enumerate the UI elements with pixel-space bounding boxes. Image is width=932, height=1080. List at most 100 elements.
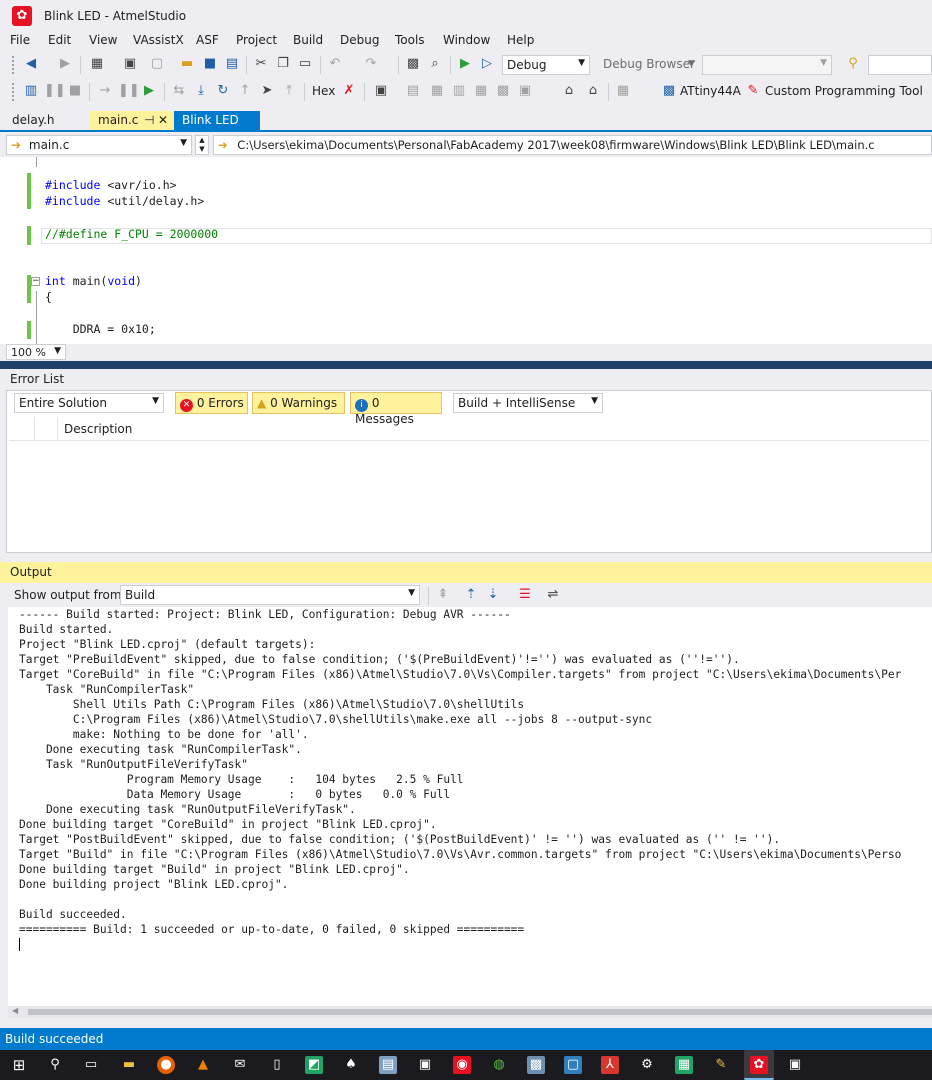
cut-icon[interactable]: ✂ bbox=[252, 55, 270, 73]
windows-icon[interactable]: ▣ bbox=[372, 82, 390, 100]
cursor-icon[interactable]: ➤ bbox=[258, 82, 276, 100]
task-view-icon[interactable]: ▭ bbox=[82, 1056, 100, 1074]
step-out-icon[interactable]: ↑ bbox=[236, 82, 254, 100]
warnings-filter-toggle[interactable]: ▲ 0 Warnings bbox=[252, 392, 345, 414]
solution-configuration-select[interactable]: Debug ▼ bbox=[502, 55, 590, 75]
previous-message-icon[interactable]: ⇡ bbox=[462, 586, 480, 604]
memory-icon[interactable]: ▤ bbox=[404, 82, 422, 100]
continue-icon[interactable]: ▶ bbox=[140, 82, 158, 100]
programming-tool-icon[interactable]: ⌂ bbox=[584, 82, 602, 100]
file-explorer-icon[interactable]: ▬ bbox=[120, 1056, 138, 1074]
step-into-icon[interactable]: ⤓ bbox=[192, 82, 210, 100]
menu-view[interactable]: View bbox=[89, 33, 117, 47]
acrobat-icon[interactable]: ⅄ bbox=[601, 1056, 619, 1074]
start-debugging-icon[interactable]: ▶ bbox=[456, 55, 474, 73]
cards-icon[interactable]: ♠ bbox=[342, 1056, 360, 1074]
attach-icon[interactable]: ▥ bbox=[22, 82, 40, 100]
processor-icon[interactable]: ▦ bbox=[472, 82, 490, 100]
document-icon[interactable]: ▯ bbox=[268, 1056, 286, 1074]
open-folder-icon[interactable]: ▬ bbox=[178, 55, 196, 73]
menu-tools[interactable]: Tools bbox=[395, 33, 425, 47]
atmel-studio-task-icon[interactable]: ✿ bbox=[744, 1050, 774, 1080]
run-to-cursor-icon[interactable]: ⤒ bbox=[280, 82, 298, 100]
menu-project[interactable]: Project bbox=[236, 33, 277, 47]
back-icon[interactable]: ◀ bbox=[22, 55, 40, 73]
error-scope-select[interactable]: Entire Solution ▼ bbox=[14, 393, 164, 413]
pin-icon[interactable]: ⊣ bbox=[144, 113, 154, 127]
code-editor[interactable]: #include <avr/io.h> #include <util/delay… bbox=[0, 157, 932, 344]
output-text-area[interactable]: ------ Build started: Project: Blink LED… bbox=[8, 607, 932, 1017]
scroll-left-icon[interactable]: ◀ bbox=[12, 1006, 18, 1015]
menu-help[interactable]: Help bbox=[507, 33, 534, 47]
description-column-header[interactable]: Description bbox=[64, 422, 132, 436]
device-selection-button[interactable]: ATtiny44A bbox=[680, 84, 741, 98]
registers-icon[interactable]: ▦ bbox=[428, 82, 446, 100]
start-without-debugging-icon[interactable]: ▷ bbox=[478, 55, 496, 73]
tab-blink-led[interactable]: Blink LED bbox=[174, 111, 260, 130]
debug-browser-dropdown[interactable]: Debug Browser bbox=[603, 57, 695, 71]
debug-target-select[interactable]: ▼ bbox=[702, 55, 832, 75]
app-icon[interactable]: ▣ bbox=[416, 1056, 434, 1074]
firefox-icon[interactable]: ● bbox=[157, 1056, 175, 1074]
device-programming-icon[interactable]: ⌂ bbox=[560, 82, 578, 100]
next-message-icon[interactable]: ⇣ bbox=[484, 586, 502, 604]
collapse-icon[interactable]: − bbox=[31, 277, 40, 286]
watch-icon[interactable]: ▣ bbox=[516, 82, 534, 100]
add-item-icon[interactable]: ▣ bbox=[121, 55, 139, 73]
scrollbar-thumb[interactable] bbox=[28, 1009, 932, 1015]
menu-debug[interactable]: Debug bbox=[340, 33, 379, 47]
menu-edit[interactable]: Edit bbox=[48, 33, 71, 47]
mail-icon[interactable]: ✉ bbox=[231, 1056, 249, 1074]
nav-scroll-buttons[interactable]: ▲ ▼ bbox=[195, 135, 209, 155]
chip-icon[interactable]: ▦ bbox=[614, 82, 632, 100]
forward-icon[interactable]: ▶ bbox=[56, 55, 74, 73]
search-icon[interactable]: ⚲ bbox=[46, 1056, 64, 1074]
image-viewer-icon[interactable]: ▩ bbox=[527, 1056, 545, 1074]
menu-window[interactable]: Window bbox=[443, 33, 490, 47]
excel-icon[interactable]: ▦ bbox=[675, 1056, 693, 1074]
save-icon[interactable]: ■ bbox=[201, 55, 219, 73]
menu-asf[interactable]: ASF bbox=[196, 33, 219, 47]
redo-icon[interactable]: ↷ bbox=[362, 55, 380, 73]
hex-display-toggle[interactable]: Hex bbox=[312, 84, 335, 98]
globe-icon[interactable]: ◍ bbox=[490, 1056, 508, 1074]
disassembly-icon[interactable]: ▩ bbox=[494, 82, 512, 100]
toolbar-grip[interactable] bbox=[12, 56, 16, 74]
save-all-icon[interactable]: ▤ bbox=[223, 55, 241, 73]
output-horizontal-scrollbar[interactable]: ◀ bbox=[8, 1006, 932, 1018]
windows-start-icon[interactable]: ⊞ bbox=[10, 1056, 28, 1074]
io-view-icon[interactable]: ▥ bbox=[450, 82, 468, 100]
splitter[interactable] bbox=[0, 361, 932, 369]
paste-icon[interactable]: ▭ bbox=[296, 55, 314, 73]
quick-search-input[interactable] bbox=[868, 55, 932, 75]
record-icon[interactable]: ◉ bbox=[453, 1056, 471, 1074]
remote-desktop-icon[interactable]: ▢ bbox=[564, 1056, 582, 1074]
add-existing-icon[interactable]: ▢ bbox=[148, 55, 166, 73]
search-icon[interactable]: ⚲ bbox=[844, 55, 862, 73]
programming-tool-button[interactable]: Custom Programming Tool bbox=[765, 84, 923, 98]
menu-file[interactable]: File bbox=[10, 33, 30, 47]
find-icon[interactable]: ⌕ bbox=[426, 55, 444, 73]
path-select[interactable]: ➔ C:\Users\ekima\Documents\Personal\FabA… bbox=[213, 135, 932, 155]
output-source-select[interactable]: Build ▼ bbox=[120, 585, 420, 605]
tab-main-c[interactable]: main.c ⊣ ✕ bbox=[90, 111, 174, 130]
step-arrow-icon[interactable]: → bbox=[96, 82, 114, 100]
close-icon[interactable]: ✕ bbox=[158, 113, 168, 127]
new-project-icon[interactable]: ▦ bbox=[88, 55, 106, 73]
paint-icon[interactable]: ✎ bbox=[712, 1056, 730, 1074]
file-scope-select[interactable]: ➔ main.c ▼ bbox=[6, 135, 192, 155]
word-wrap-icon[interactable]: ⇌ bbox=[544, 586, 562, 604]
store-icon[interactable]: ▣ bbox=[786, 1056, 804, 1074]
copy-icon[interactable]: ❐ bbox=[274, 55, 292, 73]
clear-all-icon[interactable]: ☰ bbox=[516, 586, 534, 604]
notepad-icon[interactable]: ▤ bbox=[379, 1056, 397, 1074]
settings-icon[interactable]: ⚙ bbox=[638, 1056, 656, 1074]
build-filter-select[interactable]: Build + IntelliSense ▼ bbox=[453, 393, 603, 413]
errors-filter-toggle[interactable]: ✕ 0 Errors bbox=[175, 392, 248, 414]
solution-explorer-icon[interactable]: ▩ bbox=[404, 55, 422, 73]
break-all-icon[interactable]: ❚❚ bbox=[118, 82, 140, 100]
pause-icon[interactable]: ❚❚ bbox=[44, 82, 66, 100]
show-next-statement-icon[interactable]: ⇆ bbox=[170, 82, 188, 100]
messages-filter-toggle[interactable]: i 0 Messages bbox=[350, 392, 442, 426]
zoom-select[interactable]: 100 % ▼ bbox=[6, 344, 66, 360]
